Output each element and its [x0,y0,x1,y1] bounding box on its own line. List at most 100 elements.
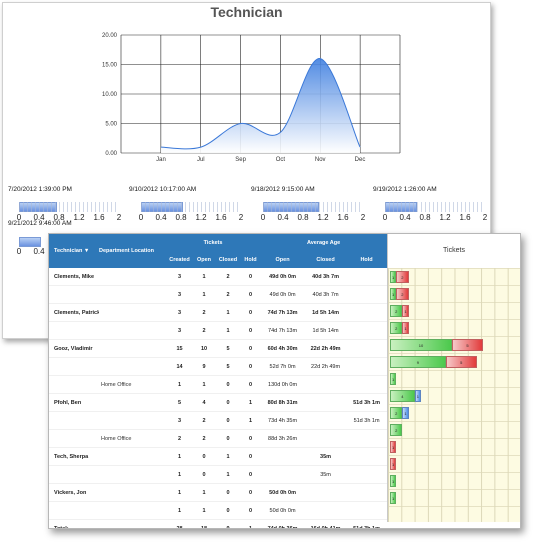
bar-closed[interactable]: 5 [452,338,483,351]
timeline-slider[interactable] [263,202,363,212]
hold-header[interactable]: Hold [241,251,261,268]
scale-label: 2 [482,213,488,222]
timeline-slider[interactable] [19,237,41,247]
cell-closed: 2 [215,268,241,286]
closed-header[interactable]: Closed [215,251,241,268]
cell-loc [99,321,166,340]
table-row[interactable]: 1 1 0 0 50d 0h 0m [49,501,388,520]
scale-label: 2 [360,213,366,222]
table-row[interactable]: 1 0 1 0 35m [49,465,388,484]
cell-closed-age [305,393,347,412]
cell-open-age: 73d 4h 35m [260,411,306,430]
cell-loc [99,303,166,322]
table-row[interactable]: 14 9 5 0 52d 7h 0m 22d 2h 49m [49,357,388,376]
cell-closed-age: 40d 3h 7m [305,285,347,304]
cell-loc [99,339,166,358]
bar-open[interactable]: 10 [390,338,452,351]
bar-open[interactable]: 1 [390,474,397,487]
table-row[interactable]: Tech, Sherpa 1 0 1 0 35m [49,447,388,466]
bar-closed[interactable]: 1 [402,304,409,317]
cell-closed-age: 40d 3h 7m [305,268,347,286]
cell-open: 1 [193,501,215,520]
table-row[interactable]: Pfohl, Ben 5 4 0 1 80d 8h 31m 51d 3h 1m [49,393,388,412]
table-row[interactable]: Home Office 2 2 0 0 88d 3h 26m [49,429,388,448]
cell-created: 1 [166,483,193,502]
closed-age-header[interactable]: Closed [305,251,347,268]
department-header[interactable]: Department Location [99,234,166,268]
scale-label: 1.6 [337,213,349,222]
cell-hold-age [346,285,388,304]
bar-closed[interactable]: 1 [402,321,409,334]
cell-loc [99,519,166,528]
bar-closed[interactable]: 2 [396,287,409,300]
bars-title: Tickets [387,234,520,268]
scale-label: 0.4 [155,213,167,222]
bar-open[interactable]: 2 [390,304,403,317]
table-row[interactable]: Vickers, Jon 1 1 0 0 50d 0h 0m [49,483,388,502]
scale-label: 0.8 [297,213,309,222]
technician-header[interactable]: Technician ▼ [49,234,99,268]
cell-tech [49,375,99,394]
table-row[interactable]: Home Office 1 1 0 0 130d 0h 0m [49,375,388,394]
table-row[interactable]: Clements, Patrick 3 2 1 0 74d 7h 13m 1d 5h 14m [49,303,388,322]
table-row[interactable]: 3 2 1 0 74d 7h 13m 1d 5h 14m [49,321,388,340]
cell-hold-age: 51d 3h 1m [346,519,388,528]
open-header[interactable]: Open [193,251,215,268]
cell-open-age: 130d 0h 0m [260,375,306,394]
cell-open: 1 [193,483,215,502]
cell-tech: Pfohl, Ben [49,393,99,412]
cell-loc [99,483,166,502]
cell-closed: 0 [215,501,241,520]
bar-open[interactable]: 4 [390,389,415,402]
scale-label: 0.8 [175,213,187,222]
cell-hold-age: 51d 3h 1m [346,393,388,412]
sort-down-icon[interactable]: ▼ [84,248,89,254]
cell-hold-age [346,268,388,286]
scale-label: 1.2 [195,213,207,222]
bar-open[interactable]: 1 [390,372,397,385]
cell-closed-age: 16d 0h 41m [305,519,347,528]
cell-tech: Gooz, Vladimir [49,339,99,358]
open-age-header[interactable]: Open [260,251,306,268]
cell-open-age: 74d 7h 13m [260,321,306,340]
bar-closed[interactable]: 2 [396,270,409,283]
timeline-slider[interactable] [385,202,485,212]
bar-open[interactable]: 9 [390,355,446,368]
bar-hold[interactable]: 1 [402,406,409,419]
cell-created: 1 [166,501,193,520]
cell-closed-age [305,375,347,394]
scale-label: 1.2 [73,213,85,222]
cell-open-age: 74d 0h 36m [260,519,306,528]
bar-closed[interactable]: 5 [445,355,477,368]
cell-tech: Tech, Sherpa [49,447,99,466]
cell-closed: 9 [215,519,241,528]
timeline-slider[interactable] [141,202,241,212]
cell-open: 0 [193,465,215,484]
scale-label: 2 [116,213,122,222]
x-tick-label: Dec [355,157,366,163]
created-header[interactable]: Created [166,251,193,268]
table-row[interactable]: 3 2 0 1 73d 4h 35m 51d 3h 1m [49,411,388,430]
y-tick-label: 0.00 [105,151,117,157]
total-row[interactable]: Total: 28 18 9 1 74d 0h 36m 16d 0h 41m 51d 3h 1… [49,519,388,528]
table-row[interactable]: Clements, Mike 3 1 2 0 49d 0h 0m 40d 3h 7m [49,268,388,286]
bar-open[interactable]: 2 [390,321,403,334]
cell-hold: 0 [241,321,261,340]
table-row[interactable]: 3 1 2 0 49d 0h 0m 40d 3h 7m [49,285,388,304]
cell-tech [49,285,99,304]
timeline-timestamp: 9/21/2012 9:46:00 AM [8,220,72,227]
bar-closed[interactable]: 1 [390,440,397,453]
bar-closed[interactable]: 1 [390,457,397,470]
hold-age-header[interactable]: Hold [346,251,388,268]
ticket-grid-panel: Technician ▼ Department Location Tickets… [48,233,521,529]
bar-open[interactable]: 2 [390,406,403,419]
scale-label: 0 [138,213,144,222]
table-row[interactable]: Gooz, Vladimir 15 10 5 0 60d 4h 30m 22d 2h 49m [49,339,388,358]
timeline-slider[interactable] [19,202,119,212]
cell-closed: 0 [215,375,241,394]
cell-open-age: 74d 7h 13m [260,303,306,322]
bar-open[interactable]: 1 [390,491,397,504]
bar-open[interactable]: 2 [390,423,403,436]
cell-closed: 0 [215,429,241,448]
bar-hold[interactable]: 1 [414,389,421,402]
